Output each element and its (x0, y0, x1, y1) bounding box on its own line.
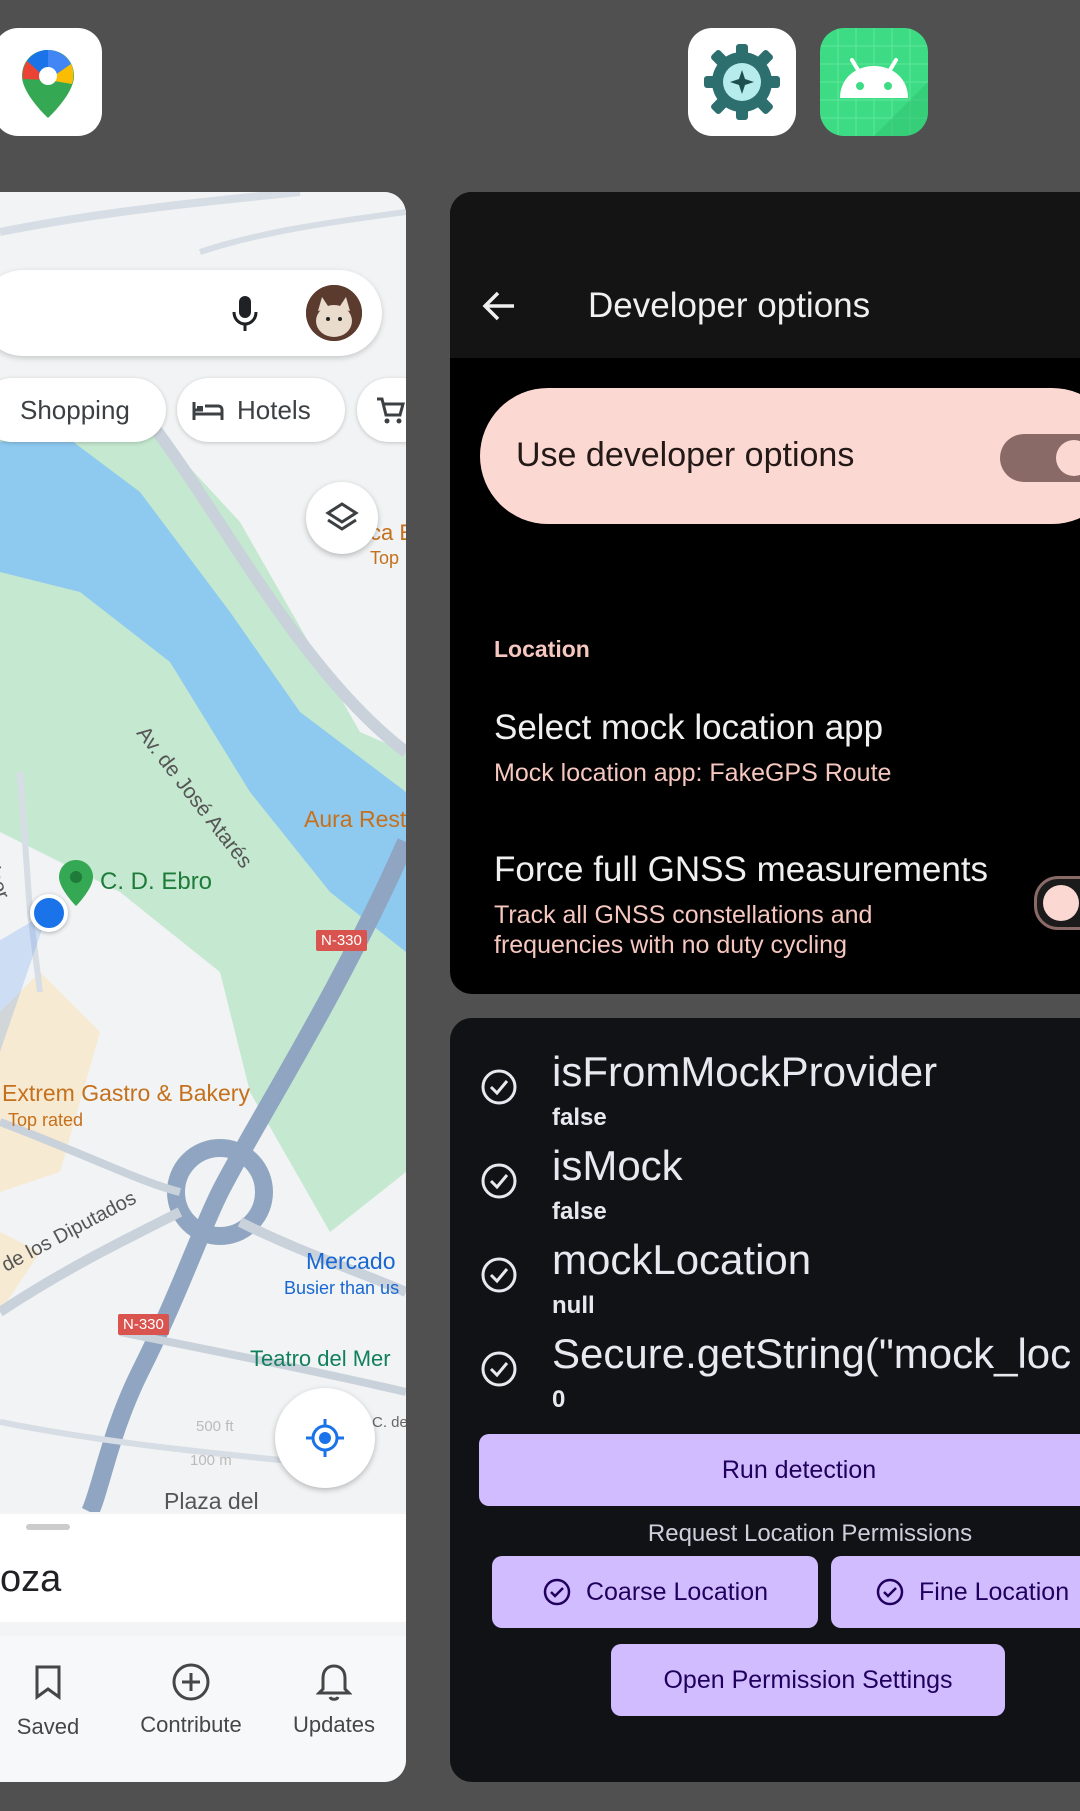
setting-summary: Track all GNSS constellations and (494, 901, 873, 929)
bakery-sub-label: Top rated (8, 1110, 84, 1130)
check-circle-icon (481, 1163, 517, 1199)
check-name: isMock (552, 1142, 683, 1189)
toggle-thumb (1056, 440, 1080, 476)
use-developer-options-toggle[interactable] (1000, 434, 1080, 482)
run-detection-button[interactable]: Run detection (479, 1434, 1080, 1506)
search-bar[interactable] (0, 270, 382, 356)
coarse-location-button[interactable]: Coarse Location (492, 1556, 818, 1628)
force-gnss-setting[interactable]: Force full GNSS measurements Track all G… (450, 836, 1080, 986)
bottom-sheet[interactable]: oza (0, 1514, 406, 1622)
current-location-dot[interactable] (30, 894, 68, 932)
check-row: Secure.getString("mock_loc 0 (450, 1330, 1080, 1424)
mock-detection-card[interactable]: isFromMockProvider false isMock false mo… (450, 1018, 1080, 1782)
restaurant-label[interactable]: Aura Rest (304, 806, 406, 833)
nav-item-updates[interactable]: Updates (274, 1636, 394, 1782)
my-location-button[interactable] (275, 1388, 375, 1488)
back-arrow-icon[interactable] (482, 290, 518, 322)
check-row: isFromMockProvider false (450, 1048, 1080, 1142)
permissions-heading: Request Location Permissions (647, 1520, 973, 1547)
park-label[interactable]: C. D. Ebro (100, 868, 212, 896)
market-sub-label: Busier than us (284, 1278, 400, 1298)
chip-hotels[interactable]: Hotels (177, 378, 345, 442)
cart-icon (377, 397, 405, 424)
nav-item-saved[interactable]: Saved (0, 1636, 108, 1782)
setting-title: Force full GNSS measurements (494, 850, 989, 889)
google-maps-app-icon[interactable] (0, 28, 102, 136)
developer-settings-app-icon[interactable] (688, 28, 796, 136)
bookmark-icon (35, 1665, 61, 1700)
maps-app-card[interactable]: Av. de José Atarés de los Diputados Vico… (0, 192, 406, 1782)
nav-item-contribute[interactable]: Contribute (131, 1636, 251, 1782)
check-row: mockLocation null (450, 1236, 1080, 1330)
cat-avatar-icon (306, 285, 362, 341)
android-app-icon[interactable] (820, 28, 928, 136)
use-developer-options-row[interactable]: Use developer options (480, 388, 1080, 524)
check-circle-icon (876, 1578, 904, 1606)
check-circle-icon (481, 1351, 517, 1387)
sheet-drag-handle[interactable] (26, 1524, 70, 1530)
layers-button[interactable] (306, 482, 378, 554)
toggle-thumb (1043, 885, 1079, 921)
developer-settings-icon (704, 44, 780, 120)
check-row: isMock false (450, 1142, 1080, 1236)
market-label[interactable]: Mercado (306, 1248, 395, 1275)
open-permission-settings-button[interactable]: Open Permission Settings (611, 1644, 1005, 1716)
setting-summary: Mock location app: FakeGPS Route (494, 759, 892, 787)
scale-label-small: 100 m (190, 1452, 232, 1469)
chip-label: Shopping (20, 394, 130, 425)
mock-location-setting[interactable]: Select mock location app Mock location a… (450, 692, 1080, 802)
sheet-title: oza (0, 1558, 62, 1600)
highway-shield: N-330 (316, 930, 367, 951)
section-header-location: Location (494, 636, 590, 662)
check-value: false (552, 1104, 607, 1131)
button-label: Run detection (721, 1455, 877, 1484)
place-top-sub-label: Top (370, 548, 400, 568)
chip-shopping[interactable]: Shopping (0, 378, 166, 442)
street-small-label: C. de (372, 1414, 406, 1431)
button-label: Open Permission Settings (663, 1665, 953, 1694)
app-bar: Developer options (450, 192, 1080, 358)
check-name: isFromMockProvider (552, 1048, 938, 1095)
nav-label: Contribute (140, 1712, 242, 1737)
button-label: Coarse Location (585, 1577, 769, 1606)
nav-label: Saved (16, 1714, 80, 1739)
check-circle-icon (543, 1578, 571, 1606)
fine-location-button[interactable]: Fine Location (831, 1556, 1080, 1628)
microphone-icon[interactable] (230, 294, 260, 334)
setting-title: Select mock location app (494, 708, 884, 747)
check-value: false (552, 1198, 607, 1225)
check-circle-icon (481, 1069, 517, 1105)
check-circle-icon (481, 1257, 517, 1293)
bottom-navigation: Saved Contribute Updates (0, 1636, 406, 1782)
check-name: Secure.getString("mock_loc (552, 1330, 1072, 1377)
chip-label: Hotels (237, 394, 311, 425)
check-value: 0 (552, 1386, 566, 1413)
setting-summary: frequencies with no duty cycling (494, 931, 847, 959)
bed-icon (192, 402, 224, 420)
avatar[interactable] (306, 285, 362, 341)
force-gnss-toggle[interactable] (1034, 876, 1080, 930)
button-label: Fine Location (919, 1577, 1070, 1606)
developer-options-card[interactable]: Developer options Use developer options … (450, 192, 1080, 994)
layers-icon (325, 502, 359, 531)
scale-label-large: 500 ft (196, 1418, 234, 1435)
page-title: Developer options (588, 286, 871, 325)
square-label: Plaza del (164, 1488, 259, 1514)
my-location-icon (306, 1419, 344, 1457)
check-name: mockLocation (552, 1236, 812, 1283)
nav-label: Updates (293, 1712, 375, 1737)
use-developer-options-label: Use developer options (516, 436, 855, 474)
android-icon (820, 28, 928, 136)
bell-icon (316, 1664, 352, 1701)
add-circle-icon (172, 1663, 210, 1701)
google-maps-icon (22, 50, 74, 118)
theatre-label[interactable]: Teatro del Mer (250, 1346, 391, 1372)
bakery-label[interactable]: Extrem Gastro & Bakery (2, 1080, 250, 1107)
highway-shield: N-330 (118, 1314, 169, 1335)
check-value: null (552, 1292, 595, 1319)
